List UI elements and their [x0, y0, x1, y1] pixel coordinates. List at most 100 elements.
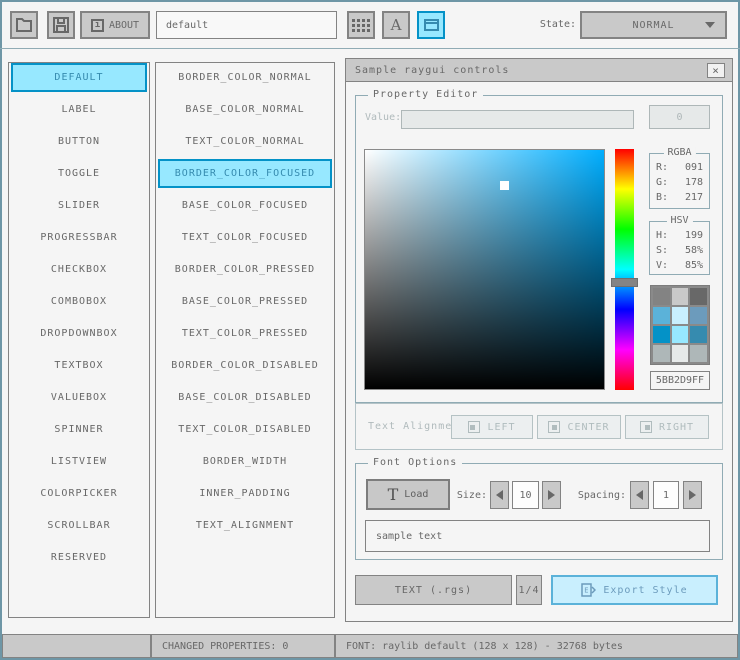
spacing-value-box[interactable]: 1 [653, 481, 679, 509]
font-options-group-label: Font Options [368, 457, 463, 468]
spacing-value: 1 [662, 489, 670, 501]
control-item-button[interactable]: BUTTON [11, 127, 147, 156]
palette-swatch[interactable] [671, 288, 689, 305]
size-value: 10 [519, 489, 532, 501]
control-item-listview[interactable]: LISTVIEW [11, 447, 147, 476]
font-load-button[interactable]: T Load [366, 479, 450, 510]
control-item-slider[interactable]: SLIDER [11, 191, 147, 220]
hex-color-input[interactable]: 5BB2D9FF [650, 371, 710, 390]
font-info-text: FONT: raylib default (128 x 128) - 32768… [346, 640, 623, 652]
property-item-text-color-disabled[interactable]: TEXT_COLOR_DISABLED [158, 415, 332, 444]
align-right-button[interactable]: RIGHT [625, 415, 709, 439]
control-item-toggle[interactable]: TOGGLE [11, 159, 147, 188]
palette-swatch[interactable] [690, 345, 707, 362]
control-item-valuebox[interactable]: VALUEBOX [11, 383, 147, 412]
control-item-colorpicker[interactable]: COLORPICKER [11, 479, 147, 508]
property-item-text-color-pressed[interactable]: TEXT_COLOR_PRESSED [158, 319, 332, 348]
control-item-textbox[interactable]: TEXTBOX [11, 351, 147, 380]
property-item-text-color-focused[interactable]: TEXT_COLOR_FOCUSED [158, 223, 332, 252]
palette-swatch[interactable] [690, 288, 707, 305]
size-decrement-button[interactable] [490, 481, 509, 509]
value-slider[interactable] [401, 110, 634, 129]
blue-value: 217 [684, 192, 703, 203]
sample-text-input[interactable]: sample text [365, 520, 710, 552]
control-item-checkbox[interactable]: CHECKBOX [11, 255, 147, 284]
sample-window-title: Sample raygui controls [355, 64, 510, 76]
style-palette-button[interactable] [347, 11, 375, 39]
font-settings-button[interactable]: A [382, 11, 410, 39]
control-item-dropdownbox[interactable]: DROPDOWNBOX [11, 319, 147, 348]
color-saturation-value-picker[interactable] [364, 149, 605, 390]
palette-swatch[interactable] [671, 326, 689, 343]
arrow-left-icon [496, 490, 503, 500]
property-item-base-color-disabled[interactable]: BASE_COLOR_DISABLED [158, 383, 332, 412]
rgba-group: RGBA R: 091 G: 178 B: 217 [649, 147, 710, 209]
property-item-base-color-pressed[interactable]: BASE_COLOR_PRESSED [158, 287, 332, 316]
control-item-progressbar[interactable]: PROGRESSBAR [11, 223, 147, 252]
property-item-border-color-focused[interactable]: BORDER_COLOR_FOCUSED [158, 159, 332, 188]
control-item-scrollbar[interactable]: SCROLLBAR [11, 511, 147, 540]
format-page-button[interactable]: 1/4 [516, 575, 542, 605]
spacing-decrement-button[interactable] [630, 481, 649, 509]
control-item-reserved[interactable]: RESERVED [11, 543, 147, 572]
close-icon: × [712, 64, 720, 77]
palette-swatch[interactable] [653, 307, 670, 324]
property-item-text-color-normal[interactable]: TEXT_COLOR_NORMAL [158, 127, 332, 156]
size-increment-button[interactable] [542, 481, 561, 509]
hue-bar[interactable] [615, 149, 634, 390]
property-item-border-width[interactable]: BORDER_WIDTH [158, 447, 332, 476]
svg-text:E: E [585, 587, 590, 595]
property-item-text-alignment[interactable]: TEXT_ALIGNMENT [158, 511, 332, 540]
statusbar-font-info: FONT: raylib default (128 x 128) - 32768… [335, 634, 738, 658]
chevron-down-icon [705, 22, 715, 28]
open-file-button[interactable] [10, 11, 38, 39]
grid-icon [352, 18, 370, 32]
state-label: State: [539, 19, 576, 30]
state-dropdown[interactable]: NORMAL [580, 11, 727, 39]
folder-icon [16, 18, 32, 32]
hsv-saturation-row: S: 58% [650, 243, 709, 258]
property-item-base-color-focused[interactable]: BASE_COLOR_FOCUSED [158, 191, 332, 220]
align-center-button[interactable]: CENTER [537, 415, 621, 439]
style-name-input[interactable]: default [156, 11, 337, 39]
control-preview-button[interactable] [417, 11, 445, 39]
property-item-inner-padding[interactable]: INNER_PADDING [158, 479, 332, 508]
control-item-default[interactable]: DEFAULT [11, 63, 147, 92]
control-item-spinner[interactable]: SPINNER [11, 415, 147, 444]
hue-slider-handle[interactable] [611, 278, 638, 287]
value-box[interactable]: 0 [649, 105, 710, 129]
palette-swatch[interactable] [671, 307, 689, 324]
palette-swatch[interactable] [671, 345, 689, 362]
align-left-button[interactable]: LEFT [451, 415, 533, 439]
arrow-right-icon [548, 490, 555, 500]
save-file-button[interactable] [47, 11, 75, 39]
align-center-icon [548, 421, 561, 433]
export-style-button[interactable]: E Export Style [551, 575, 718, 605]
palette-swatch[interactable] [690, 307, 707, 324]
style-name-value: default [166, 19, 209, 31]
palette-swatch[interactable] [653, 288, 670, 305]
about-button[interactable]: i ABOUT [80, 11, 150, 39]
sample-window-titlebar: Sample raygui controls × [346, 59, 732, 82]
property-item-border-color-normal[interactable]: BORDER_COLOR_NORMAL [158, 63, 332, 92]
control-item-label[interactable]: LABEL [11, 95, 147, 124]
property-item-base-color-normal[interactable]: BASE_COLOR_NORMAL [158, 95, 332, 124]
green-value: 178 [684, 177, 703, 188]
control-item-combobox[interactable]: COMBOBOX [11, 287, 147, 316]
style-color-palette [650, 285, 710, 365]
blue-label: B: [656, 192, 669, 203]
size-value-box[interactable]: 10 [512, 481, 539, 509]
hsv-value-row: V: 85% [650, 258, 709, 273]
spacing-increment-button[interactable] [683, 481, 702, 509]
export-file-icon: E [581, 583, 597, 597]
close-button[interactable]: × [707, 63, 725, 78]
palette-swatch[interactable] [653, 326, 670, 343]
palette-swatch[interactable] [690, 326, 707, 343]
export-format-button[interactable]: TEXT (.rgs) [355, 575, 512, 605]
hue-label: H: [656, 230, 669, 241]
green-label: G: [656, 177, 669, 188]
palette-swatch[interactable] [653, 345, 670, 362]
color-picker-cursor[interactable] [500, 181, 509, 190]
property-item-border-color-disabled[interactable]: BORDER_COLOR_DISABLED [158, 351, 332, 380]
property-item-border-color-pressed[interactable]: BORDER_COLOR_PRESSED [158, 255, 332, 284]
